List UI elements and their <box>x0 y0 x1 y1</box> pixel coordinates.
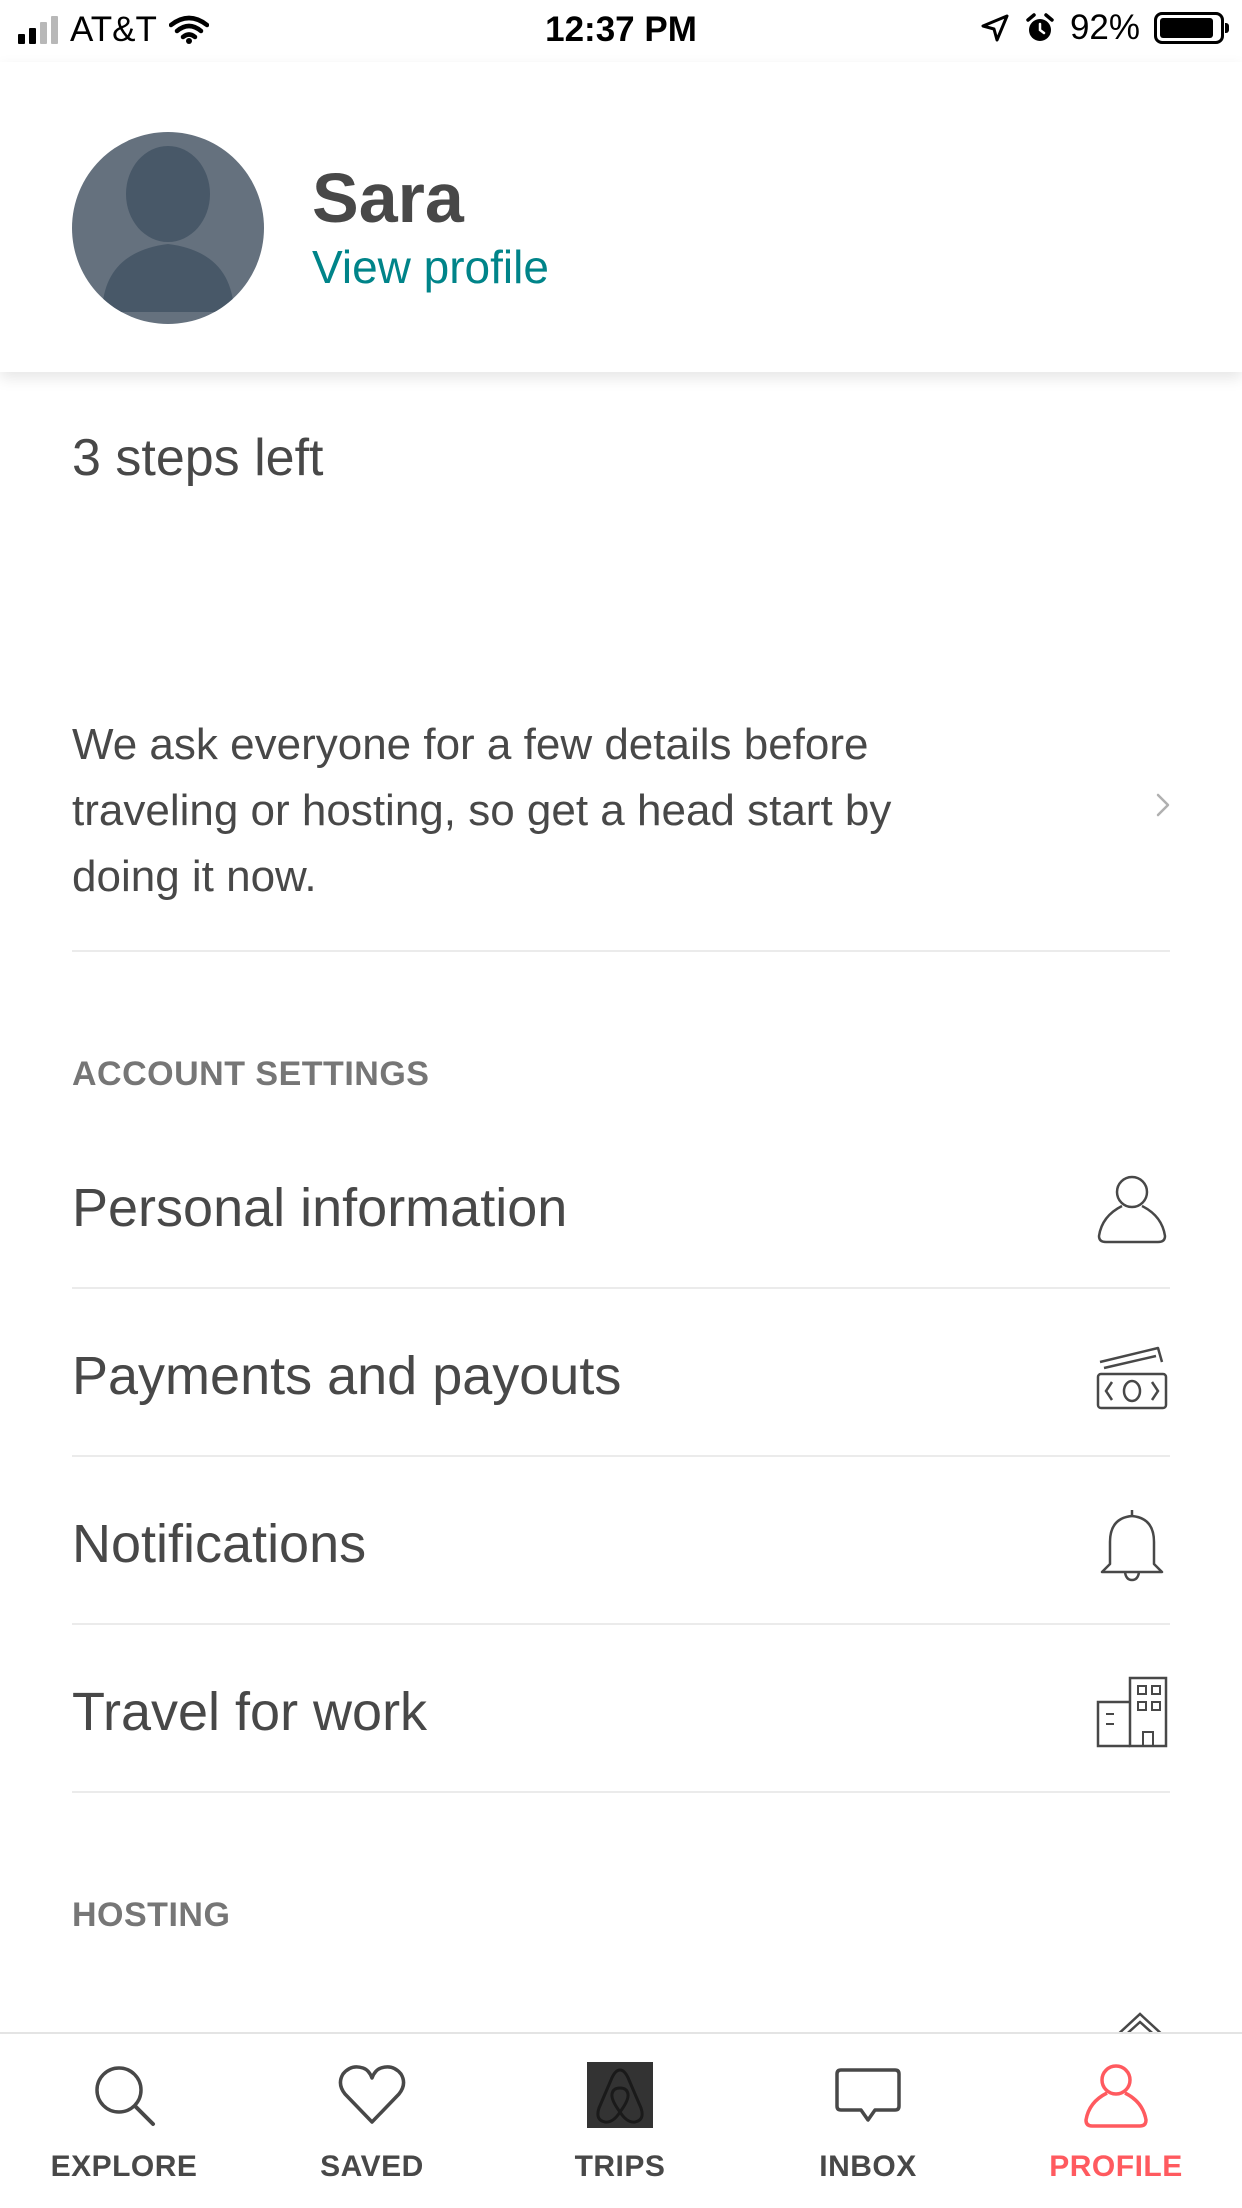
tab-profile[interactable]: PROFILE <box>992 2034 1240 2208</box>
view-profile-link[interactable]: View profile <box>312 240 549 294</box>
divider <box>72 950 1170 952</box>
row-label: Personal information <box>72 1178 568 1238</box>
location-arrow-icon <box>981 14 1009 42</box>
personal-information-row[interactable]: Personal information <box>72 1124 1170 1292</box>
tab-inbox[interactable]: INBOX <box>744 2034 992 2208</box>
travel-for-work-row[interactable]: Travel for work <box>72 1628 1170 1796</box>
battery-icon <box>1154 12 1229 44</box>
profile-header: Sara View profile <box>0 62 1242 372</box>
money-icon <box>1096 1346 1168 1410</box>
tab-trips[interactable]: TRIPS <box>496 2034 744 2208</box>
heart-icon <box>338 2065 406 2124</box>
steps-description[interactable]: We ask everyone for a few details before… <box>72 712 992 910</box>
divider <box>72 1791 1170 1793</box>
airbnb-logo-icon <box>587 2062 653 2128</box>
user-icon <box>1097 1175 1167 1244</box>
status-bar: AT&T 12:37 PM 92% <box>0 0 1242 62</box>
bell-icon <box>1100 1510 1164 1582</box>
user-name: Sara <box>312 159 464 237</box>
chevron-right-icon[interactable] <box>1150 792 1176 818</box>
row-label: Travel for work <box>72 1682 428 1742</box>
row-label: Payments and payouts <box>72 1346 622 1406</box>
default-avatar-icon <box>102 146 234 312</box>
steps-left-title: 3 steps left <box>72 429 324 487</box>
bottom-tab-bar: EXPLORE SAVED TRIPS INBOX PROFILE <box>0 2032 1242 2208</box>
divider <box>72 1623 1170 1625</box>
row-label: Notifications <box>72 1514 367 1574</box>
divider <box>72 1287 1170 1289</box>
search-icon <box>95 2066 155 2126</box>
battery-percentage: 92% <box>1069 8 1140 47</box>
chat-bubble-icon <box>835 2068 901 2122</box>
tab-label: TRIPS <box>574 2150 666 2183</box>
payments-and-payouts-row[interactable]: Payments and payouts <box>72 1292 1170 1460</box>
screen: AT&T 12:37 PM 92% Sara View profile 3 st… <box>0 0 1242 2208</box>
alarm-icon <box>1026 13 1054 41</box>
hosting-title: HOSTING <box>72 1896 231 1934</box>
divider <box>72 1455 1170 1457</box>
avatar[interactable] <box>72 132 264 324</box>
status-right: 92% <box>980 8 1229 48</box>
tab-label: PROFILE <box>1049 2150 1183 2183</box>
user-icon <box>1084 2064 1148 2128</box>
tab-label: SAVED <box>320 2150 424 2183</box>
account-settings-title: ACCOUNT SETTINGS <box>72 1055 430 1093</box>
battery-fill <box>1160 18 1214 38</box>
notifications-row[interactable]: Notifications <box>72 1460 1170 1628</box>
tab-saved[interactable]: SAVED <box>248 2034 496 2208</box>
tab-label: EXPLORE <box>50 2150 198 2183</box>
building-icon <box>1096 1676 1168 1748</box>
tab-label: INBOX <box>819 2150 917 2183</box>
tab-explore[interactable]: EXPLORE <box>0 2034 248 2208</box>
